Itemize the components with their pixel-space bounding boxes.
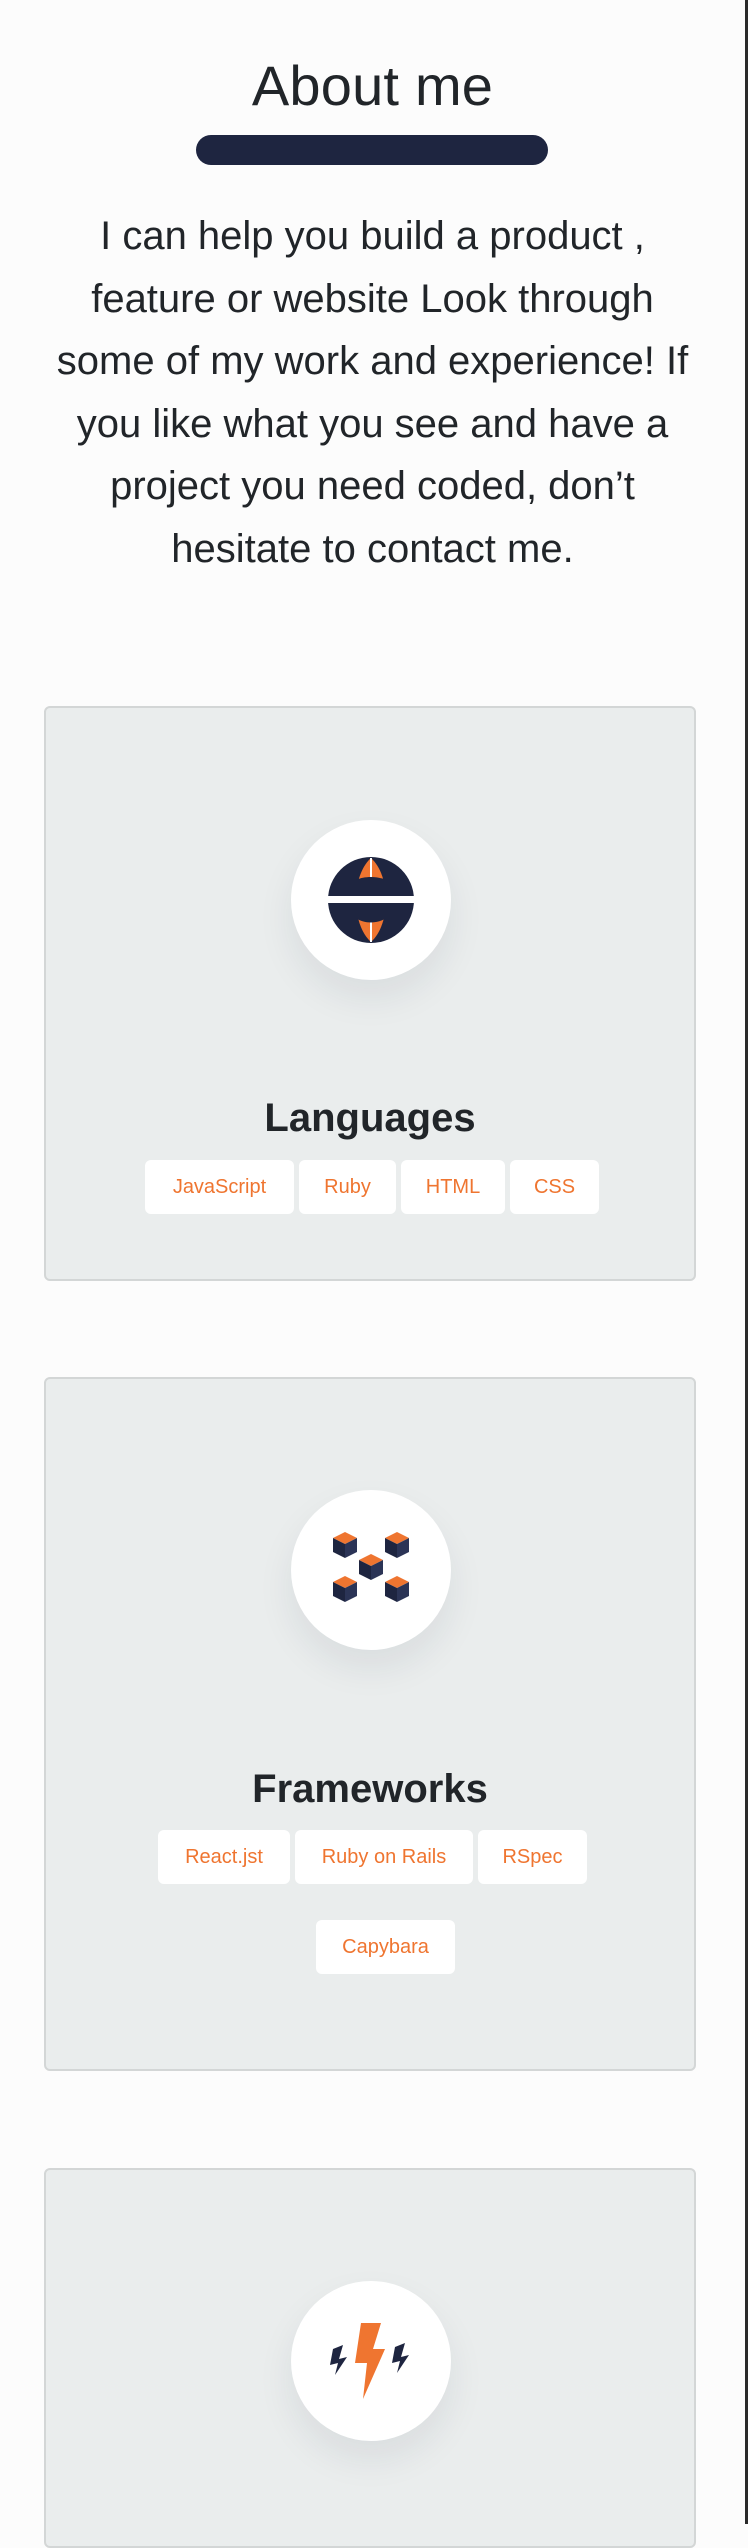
skill-tag: CSS — [510, 1160, 599, 1214]
skill-card-languages: Languages JavaScript Ruby HTML CSS — [44, 706, 696, 1281]
globe-icon — [328, 857, 414, 943]
skill-tag: HTML — [401, 1160, 505, 1214]
skill-tag: Ruby — [299, 1160, 396, 1214]
lightning-icon — [330, 2323, 409, 2399]
page-title: About me — [251, 54, 494, 117]
skill-tag: JavaScript — [145, 1160, 294, 1214]
about-section: About me I can help you build a product … — [0, 0, 745, 2548]
card-title-languages: Languages — [264, 1096, 476, 1140]
lightning-icon-circle — [291, 2281, 451, 2441]
cubes-icon-circle — [291, 1490, 451, 1650]
cubes-icon — [333, 1532, 409, 1602]
globe-icon-circle — [291, 820, 451, 980]
skill-tag: React.jst — [158, 1830, 290, 1884]
skill-tag: Capybara — [316, 1920, 455, 1974]
skill-tag: RSpec — [478, 1830, 587, 1884]
skill-card-tools — [44, 2168, 696, 2548]
skill-tag: Ruby on Rails — [295, 1830, 473, 1884]
skill-card-frameworks: Frameworks React.jst Ruby on Rails RSpec… — [44, 1377, 696, 2071]
card-title-frameworks: Frameworks — [252, 1767, 488, 1811]
title-underline — [196, 135, 548, 165]
about-intro: I can help you build a product , feature… — [56, 214, 689, 571]
